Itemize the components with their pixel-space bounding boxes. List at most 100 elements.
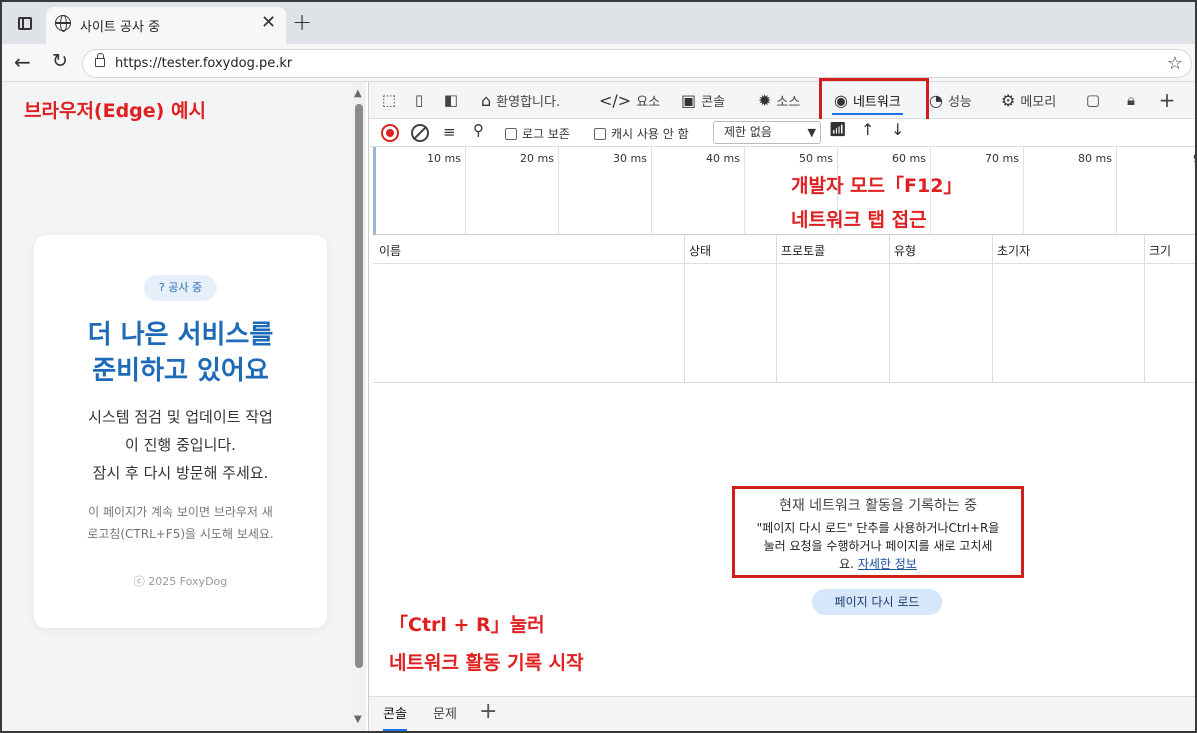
tab-elements[interactable]: </> 요소 bbox=[599, 82, 660, 119]
timeline-start-marker bbox=[373, 147, 376, 235]
throttle-value: 제한 없음 bbox=[724, 125, 772, 139]
reload-page-button[interactable]: 페이지 다시 로드 bbox=[812, 589, 942, 615]
learn-more-link[interactable]: 자세한 정보 bbox=[858, 557, 917, 571]
url-text[interactable]: https://tester.foxydog.pe.kr bbox=[115, 56, 292, 71]
column-divider[interactable] bbox=[776, 235, 777, 383]
code-icon: </> bbox=[599, 91, 632, 110]
column-divider[interactable] bbox=[684, 235, 685, 383]
page-description: 시스템 점검 및 업데이트 작업 이 진행 중입니다. 잠시 후 다시 방문해 … bbox=[34, 403, 327, 487]
device-emulation-icon[interactable]: ▯ bbox=[409, 90, 429, 110]
tab-actions-icon[interactable] bbox=[14, 12, 36, 34]
status-badge: ? 공사 중 bbox=[144, 275, 217, 301]
scroll-thumb[interactable] bbox=[355, 104, 363, 668]
devtools-panel: ⬚ ▯ ◧ ⌂ 환영합니다. </> 요소 ▣ 콘솔 ✹ 소스 ◉ 네트워크 ◔ 성능 ⚙ 메 bbox=[368, 78, 1195, 731]
filter-icon[interactable]: ≡ bbox=[443, 123, 456, 141]
clear-icon[interactable] bbox=[411, 124, 429, 142]
refresh-icon[interactable]: ↻ bbox=[52, 50, 68, 72]
tab-performance[interactable]: ◔ 성능 bbox=[929, 82, 972, 119]
tab-memory-label: 메모리 bbox=[1020, 95, 1057, 110]
tab-performance-label: 성능 bbox=[947, 95, 972, 110]
search-icon[interactable]: ⚲ bbox=[473, 121, 484, 139]
export-har-icon[interactable]: ↓ bbox=[891, 120, 904, 139]
network-conditions-icon[interactable]: 📶︎ bbox=[829, 122, 847, 138]
drawer-add-tab-button[interactable]: + bbox=[479, 699, 497, 724]
scroll-up-icon[interactable]: ▲ bbox=[354, 88, 362, 99]
tab-memory[interactable]: ⚙ 메모리 bbox=[1001, 82, 1056, 119]
table-divider bbox=[373, 382, 1195, 383]
web-page: 브라우저(Edge) 예시 ? 공사 중 더 나은 서비스를 준비하고 있어요 … bbox=[2, 82, 352, 731]
tab-welcome-label: 환영합니다. bbox=[496, 95, 561, 110]
checkbox-icon[interactable] bbox=[505, 128, 517, 140]
column-name[interactable]: 이름 bbox=[379, 242, 401, 259]
annotation-devmode-line2: 네트워크 탭 접근 bbox=[791, 209, 927, 231]
column-status[interactable]: 상태 bbox=[689, 242, 711, 259]
tick-label: 10 ms bbox=[427, 152, 461, 165]
annotation-devmode-line1: 개발자 모드「F12」 bbox=[791, 175, 963, 197]
throttle-select[interactable]: 제한 없음 ▼ bbox=[713, 121, 821, 144]
address-bar-row: ← ↻ https://tester.foxydog.pe.kr ☆ bbox=[2, 44, 1195, 82]
recording-description: "페이지 다시 로드" 단추를 사용하거나Ctrl+R을 눌러 요청을 수행하거… bbox=[735, 519, 1021, 573]
annotation-ctrlr-line2: 네트워크 활동 기록 시작 bbox=[389, 652, 584, 674]
tab-console[interactable]: ▣ 콘솔 bbox=[681, 82, 725, 119]
tick-label: 50 ms bbox=[799, 152, 833, 165]
devtools-tab-bar: ⬚ ▯ ◧ ⌂ 환영합니다. </> 요소 ▣ 콘솔 ✹ 소스 ◉ 네트워크 ◔ 성능 ⚙ 메 bbox=[369, 82, 1195, 119]
chip-icon: ⚙ bbox=[1001, 91, 1016, 110]
record-icon[interactable] bbox=[381, 124, 399, 142]
tick-label: 80 ms bbox=[1078, 152, 1112, 165]
column-initiator[interactable]: 초기자 bbox=[997, 242, 1030, 259]
disable-cache-checkbox[interactable]: 캐시 사용 안 함 bbox=[594, 125, 689, 142]
column-divider[interactable] bbox=[889, 235, 890, 383]
recording-desc-line2: 눌러 요청을 수행하거나 페이지를 새로 고치세 bbox=[763, 539, 993, 553]
tick-line bbox=[1116, 147, 1117, 235]
application-panel-icon[interactable]: ▢ bbox=[1083, 90, 1103, 110]
back-arrow-icon[interactable]: ← bbox=[14, 50, 31, 74]
home-icon: ⌂ bbox=[481, 91, 492, 110]
column-size[interactable]: 크기 bbox=[1149, 242, 1171, 259]
new-tab-button[interactable]: + bbox=[292, 7, 312, 37]
column-protocol[interactable]: 프로토콜 bbox=[781, 242, 825, 259]
tick-label: 70 ms bbox=[985, 152, 1019, 165]
recording-title: 현재 네트워크 활동을 기록하는 중 bbox=[778, 498, 978, 514]
hint-line2: 로고침(CTRL+F5)을 시도해 보세요. bbox=[87, 527, 274, 541]
tab-welcome[interactable]: ⌂ 환영합니다. bbox=[481, 82, 560, 119]
recording-desc-line3: 요. bbox=[839, 557, 854, 571]
favorite-star-icon[interactable]: ☆ bbox=[1167, 53, 1183, 74]
close-tab-icon[interactable]: ✕ bbox=[261, 13, 276, 33]
tab-sources[interactable]: ✹ 소스 bbox=[758, 82, 800, 119]
devtools-drawer: 콘솔 문제 + bbox=[369, 696, 1195, 731]
page-title-line2: 준비하고 있어요 bbox=[92, 356, 269, 386]
preserve-log-checkbox[interactable]: 로그 보존 bbox=[505, 125, 570, 142]
column-divider[interactable] bbox=[1144, 235, 1145, 383]
security-lock-icon[interactable]: 🔒︎ bbox=[1121, 90, 1141, 110]
desc-line3: 잠시 후 다시 방문해 주세요. bbox=[92, 464, 269, 482]
bug-icon: ✹ bbox=[758, 91, 772, 110]
lock-icon[interactable] bbox=[95, 53, 105, 67]
annotation-browser-label: 브라우저(Edge) 예시 bbox=[24, 100, 206, 122]
console-icon: ▣ bbox=[681, 91, 697, 110]
browser-tab[interactable]: 사이트 공사 중 ✕ bbox=[46, 7, 286, 44]
network-table-header: 이름 상태 프로토콜 유형 초기자 크기 bbox=[373, 235, 1195, 264]
disable-cache-label: 캐시 사용 안 함 bbox=[611, 127, 689, 141]
scroll-down-icon[interactable]: ▼ bbox=[354, 714, 362, 725]
desc-line1: 시스템 점검 및 업데이트 작업 bbox=[88, 408, 273, 426]
drawer-tab-issues[interactable]: 문제 bbox=[433, 697, 457, 731]
gauge-icon: ◔ bbox=[929, 91, 943, 110]
tab-title: 사이트 공사 중 bbox=[80, 20, 161, 35]
column-type[interactable]: 유형 bbox=[894, 242, 916, 259]
annotation-ctrlr-line1: 「Ctrl + R」눌러 bbox=[389, 614, 545, 636]
page-scrollbar[interactable]: ▲ ▼ bbox=[352, 82, 366, 731]
tick-label: 30 ms bbox=[613, 152, 647, 165]
import-har-icon[interactable]: ↑ bbox=[861, 120, 874, 139]
tick-line bbox=[744, 147, 745, 235]
column-divider[interactable] bbox=[992, 235, 993, 383]
dock-side-icon[interactable]: ◧ bbox=[441, 90, 461, 110]
tab-elements-label: 요소 bbox=[636, 95, 661, 110]
inspect-element-icon[interactable]: ⬚ bbox=[379, 90, 399, 110]
drawer-tab-console[interactable]: 콘솔 bbox=[383, 697, 407, 731]
screenshot-frame: 사이트 공사 중 ✕ + ← ↻ https://tester.foxydog.… bbox=[0, 0, 1197, 733]
more-tools-plus-icon[interactable]: + bbox=[1157, 90, 1177, 110]
address-bar[interactable]: https://tester.foxydog.pe.kr ☆ bbox=[82, 49, 1192, 78]
tick-line bbox=[651, 147, 652, 235]
recording-desc-line1: "페이지 다시 로드" 단추를 사용하거나Ctrl+R을 bbox=[756, 521, 1000, 535]
checkbox-icon[interactable] bbox=[594, 128, 606, 140]
